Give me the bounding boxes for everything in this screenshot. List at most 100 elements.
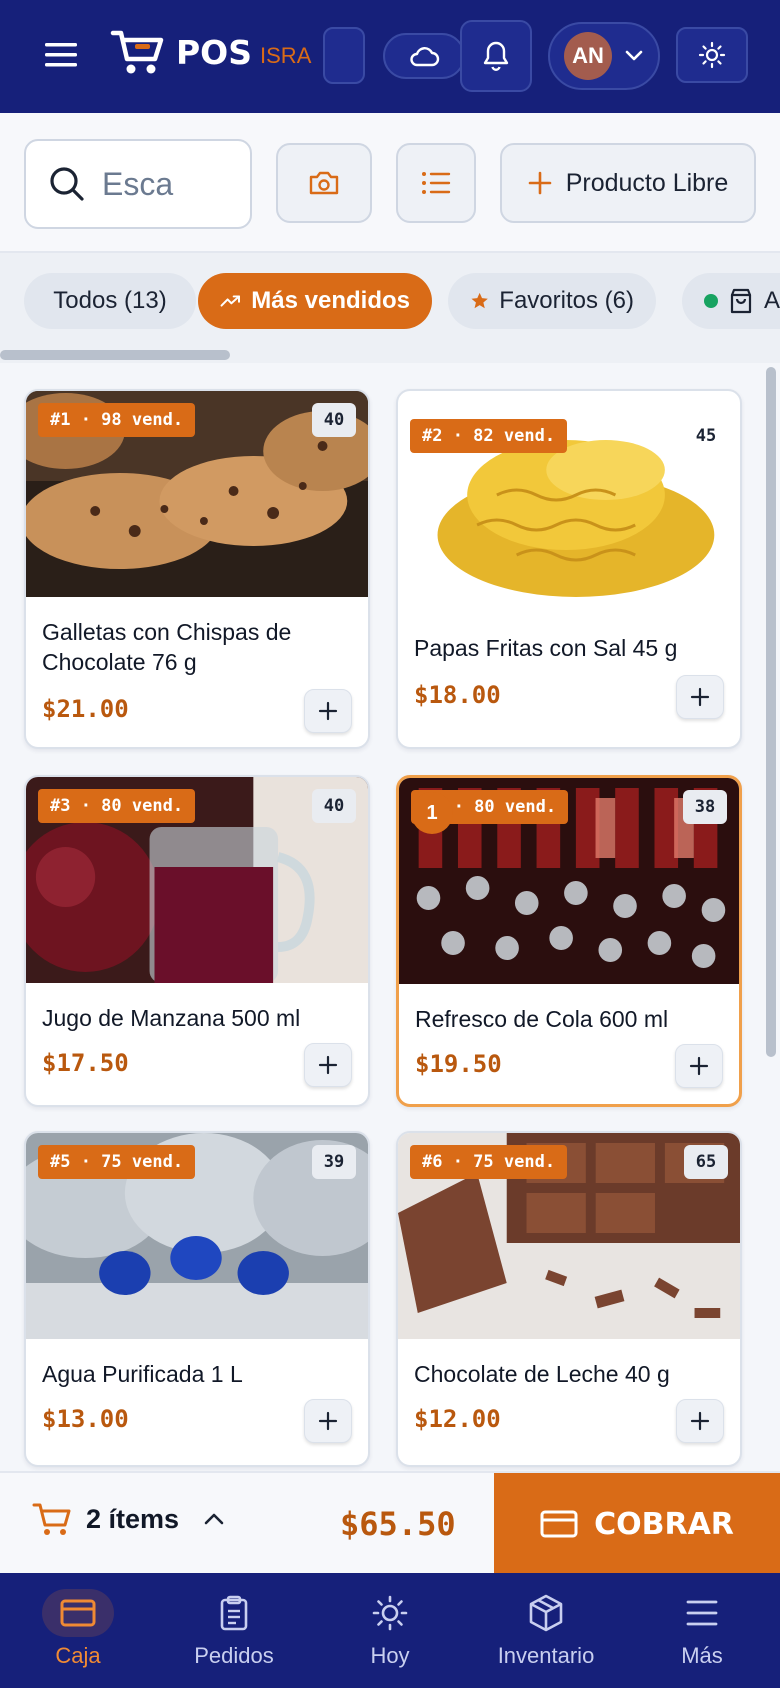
product-card[interactable]: #2 · 82 vend. 45 Papas Fritas con Sal 45… xyxy=(396,389,742,749)
product-card[interactable]: #5 · 75 vend. 39 Agua Purificada 1 L $13… xyxy=(24,1131,370,1467)
chevron-down-icon xyxy=(625,50,643,61)
cart-toggle[interactable]: 2 ítems xyxy=(32,1501,225,1537)
filter-chip-category[interactable]: A xyxy=(682,273,780,329)
app-logo: POS ISRA xyxy=(110,28,311,76)
register-icon xyxy=(42,1589,114,1637)
notifications-button[interactable] xyxy=(460,20,532,92)
theme-toggle-button[interactable] xyxy=(676,27,748,83)
nav-item-mas[interactable]: Más xyxy=(624,1573,780,1688)
menu-icon xyxy=(666,1589,738,1637)
sun-icon xyxy=(698,41,726,69)
search-toolbar: Producto Libre xyxy=(0,113,780,253)
cart-icon xyxy=(32,1503,71,1535)
product-price: $21.00 xyxy=(42,695,129,723)
chevron-up-icon xyxy=(204,1513,224,1525)
product-name: Chocolate de Leche 40 g xyxy=(414,1361,670,1387)
nav-item-inventario[interactable]: Inventario xyxy=(468,1573,624,1688)
product-price: $12.00 xyxy=(414,1405,501,1433)
nav-label: Pedidos xyxy=(194,1643,274,1668)
filter-chip-all[interactable]: Todos (13) xyxy=(24,273,196,329)
clipboard-icon xyxy=(198,1589,270,1637)
nav-item-hoy[interactable]: Hoy xyxy=(312,1573,468,1688)
stock-badge: 39 xyxy=(312,1145,356,1179)
nav-label: Inventario xyxy=(497,1643,595,1668)
product-card[interactable]: #4 · 80 vend. 1 38 Refresco de Cola 600 … xyxy=(396,775,742,1107)
add-to-cart-button[interactable] xyxy=(676,1399,724,1443)
product-price: $19.50 xyxy=(415,1050,502,1078)
box-icon xyxy=(510,1589,582,1637)
best-seller-rank-badge: #1 · 98 vend. xyxy=(38,403,196,437)
free-product-button[interactable]: Producto Libre xyxy=(500,143,756,223)
plus-icon xyxy=(318,701,338,721)
nav-item-caja[interactable]: Caja xyxy=(0,1573,156,1688)
checkout-button[interactable]: COBRAR xyxy=(494,1473,780,1575)
vertical-scrollbar[interactable] xyxy=(766,367,776,1057)
add-to-cart-button[interactable] xyxy=(675,1044,723,1088)
product-card[interactable]: #6 · 75 vend. 65 Chocolate de Leche 40 g… xyxy=(396,1131,742,1467)
cart-total: $65.50 xyxy=(340,1505,456,1543)
product-grid: #1 · 98 vend. 40 Galletas con Chispas de… xyxy=(0,363,780,1471)
filter-chip-best-sellers[interactable]: Más vendidos xyxy=(198,273,432,329)
plus-icon xyxy=(690,687,710,707)
add-to-cart-button[interactable] xyxy=(304,689,352,733)
stock-badge: 45 xyxy=(684,419,728,453)
cart-summary-bar: 2 ítems $65.50 COBRAR xyxy=(0,1471,780,1575)
checkout-label: COBRAR xyxy=(594,1506,734,1542)
best-seller-rank-badge: #2 · 82 vend. xyxy=(410,419,568,453)
bottom-navigation: Caja Pedidos Hoy Inventario Más xyxy=(0,1573,780,1688)
stock-badge: 40 xyxy=(312,789,356,823)
cart-logo-icon xyxy=(110,30,164,74)
scan-camera-button[interactable] xyxy=(276,143,372,223)
nav-item-pedidos[interactable]: Pedidos xyxy=(156,1573,312,1688)
search-box[interactable] xyxy=(24,139,252,229)
filter-chip-favorites[interactable]: Favoritos (6) xyxy=(448,273,656,329)
product-name: Papas Fritas con Sal 45 g xyxy=(414,635,678,661)
plus-icon xyxy=(689,1056,709,1076)
add-to-cart-button[interactable] xyxy=(304,1043,352,1087)
add-to-cart-button[interactable] xyxy=(304,1399,352,1443)
sync-button[interactable] xyxy=(383,33,465,79)
filter-chip-label: Más vendidos xyxy=(251,287,410,314)
shopping-bag-icon xyxy=(730,288,752,314)
product-name: Jugo de Manzana 500 ml xyxy=(42,1005,301,1031)
nav-label: Caja xyxy=(55,1643,101,1668)
in-cart-count-badge: 1 xyxy=(411,792,453,834)
menu-icon xyxy=(45,43,77,67)
product-price: $17.50 xyxy=(42,1049,129,1077)
hamburger-menu-button[interactable] xyxy=(36,30,86,80)
free-product-label: Producto Libre xyxy=(565,168,729,197)
credit-card-icon xyxy=(540,1510,578,1538)
horizontal-scrollbar[interactable] xyxy=(0,350,230,360)
star-icon xyxy=(471,292,488,309)
status-button[interactable] xyxy=(323,27,365,84)
product-name: Refresco de Cola 600 ml xyxy=(415,1006,669,1032)
stock-badge: 65 xyxy=(684,1145,728,1179)
best-seller-rank-badge: #3 · 80 vend. xyxy=(38,789,196,823)
add-to-cart-button[interactable] xyxy=(676,675,724,719)
product-card[interactable]: #1 · 98 vend. 40 Galletas con Chispas de… xyxy=(24,389,370,749)
filter-chip-label: A xyxy=(764,287,780,314)
nav-label: Más xyxy=(681,1643,723,1668)
search-input[interactable] xyxy=(102,165,232,203)
list-icon xyxy=(422,172,451,194)
product-card[interactable]: #3 · 80 vend. 40 Jugo de Manzana 500 ml … xyxy=(24,775,370,1107)
app-header: POS ISRA AN xyxy=(0,0,780,113)
plus-icon xyxy=(690,1411,710,1431)
cloud-icon xyxy=(410,47,440,67)
best-seller-rank-badge: #6 · 75 vend. xyxy=(410,1145,568,1179)
camera-icon xyxy=(309,171,339,195)
product-name: Agua Purificada 1 L xyxy=(42,1361,243,1387)
list-view-button[interactable] xyxy=(396,143,476,223)
nav-label: Hoy xyxy=(370,1643,410,1668)
product-price: $18.00 xyxy=(414,681,501,709)
category-filters: Todos (13) Más vendidos Favoritos (6) A xyxy=(0,253,780,363)
plus-icon xyxy=(318,1411,338,1431)
plus-icon xyxy=(318,1055,338,1075)
best-seller-rank-badge: #5 · 75 vend. xyxy=(38,1145,196,1179)
user-menu-button[interactable]: AN xyxy=(548,22,660,90)
sun-icon xyxy=(354,1589,426,1637)
brand-title: POS xyxy=(176,32,253,72)
brand-subtitle: ISRA xyxy=(260,43,312,68)
stock-badge: 38 xyxy=(683,790,727,824)
stock-badge: 40 xyxy=(312,403,356,437)
